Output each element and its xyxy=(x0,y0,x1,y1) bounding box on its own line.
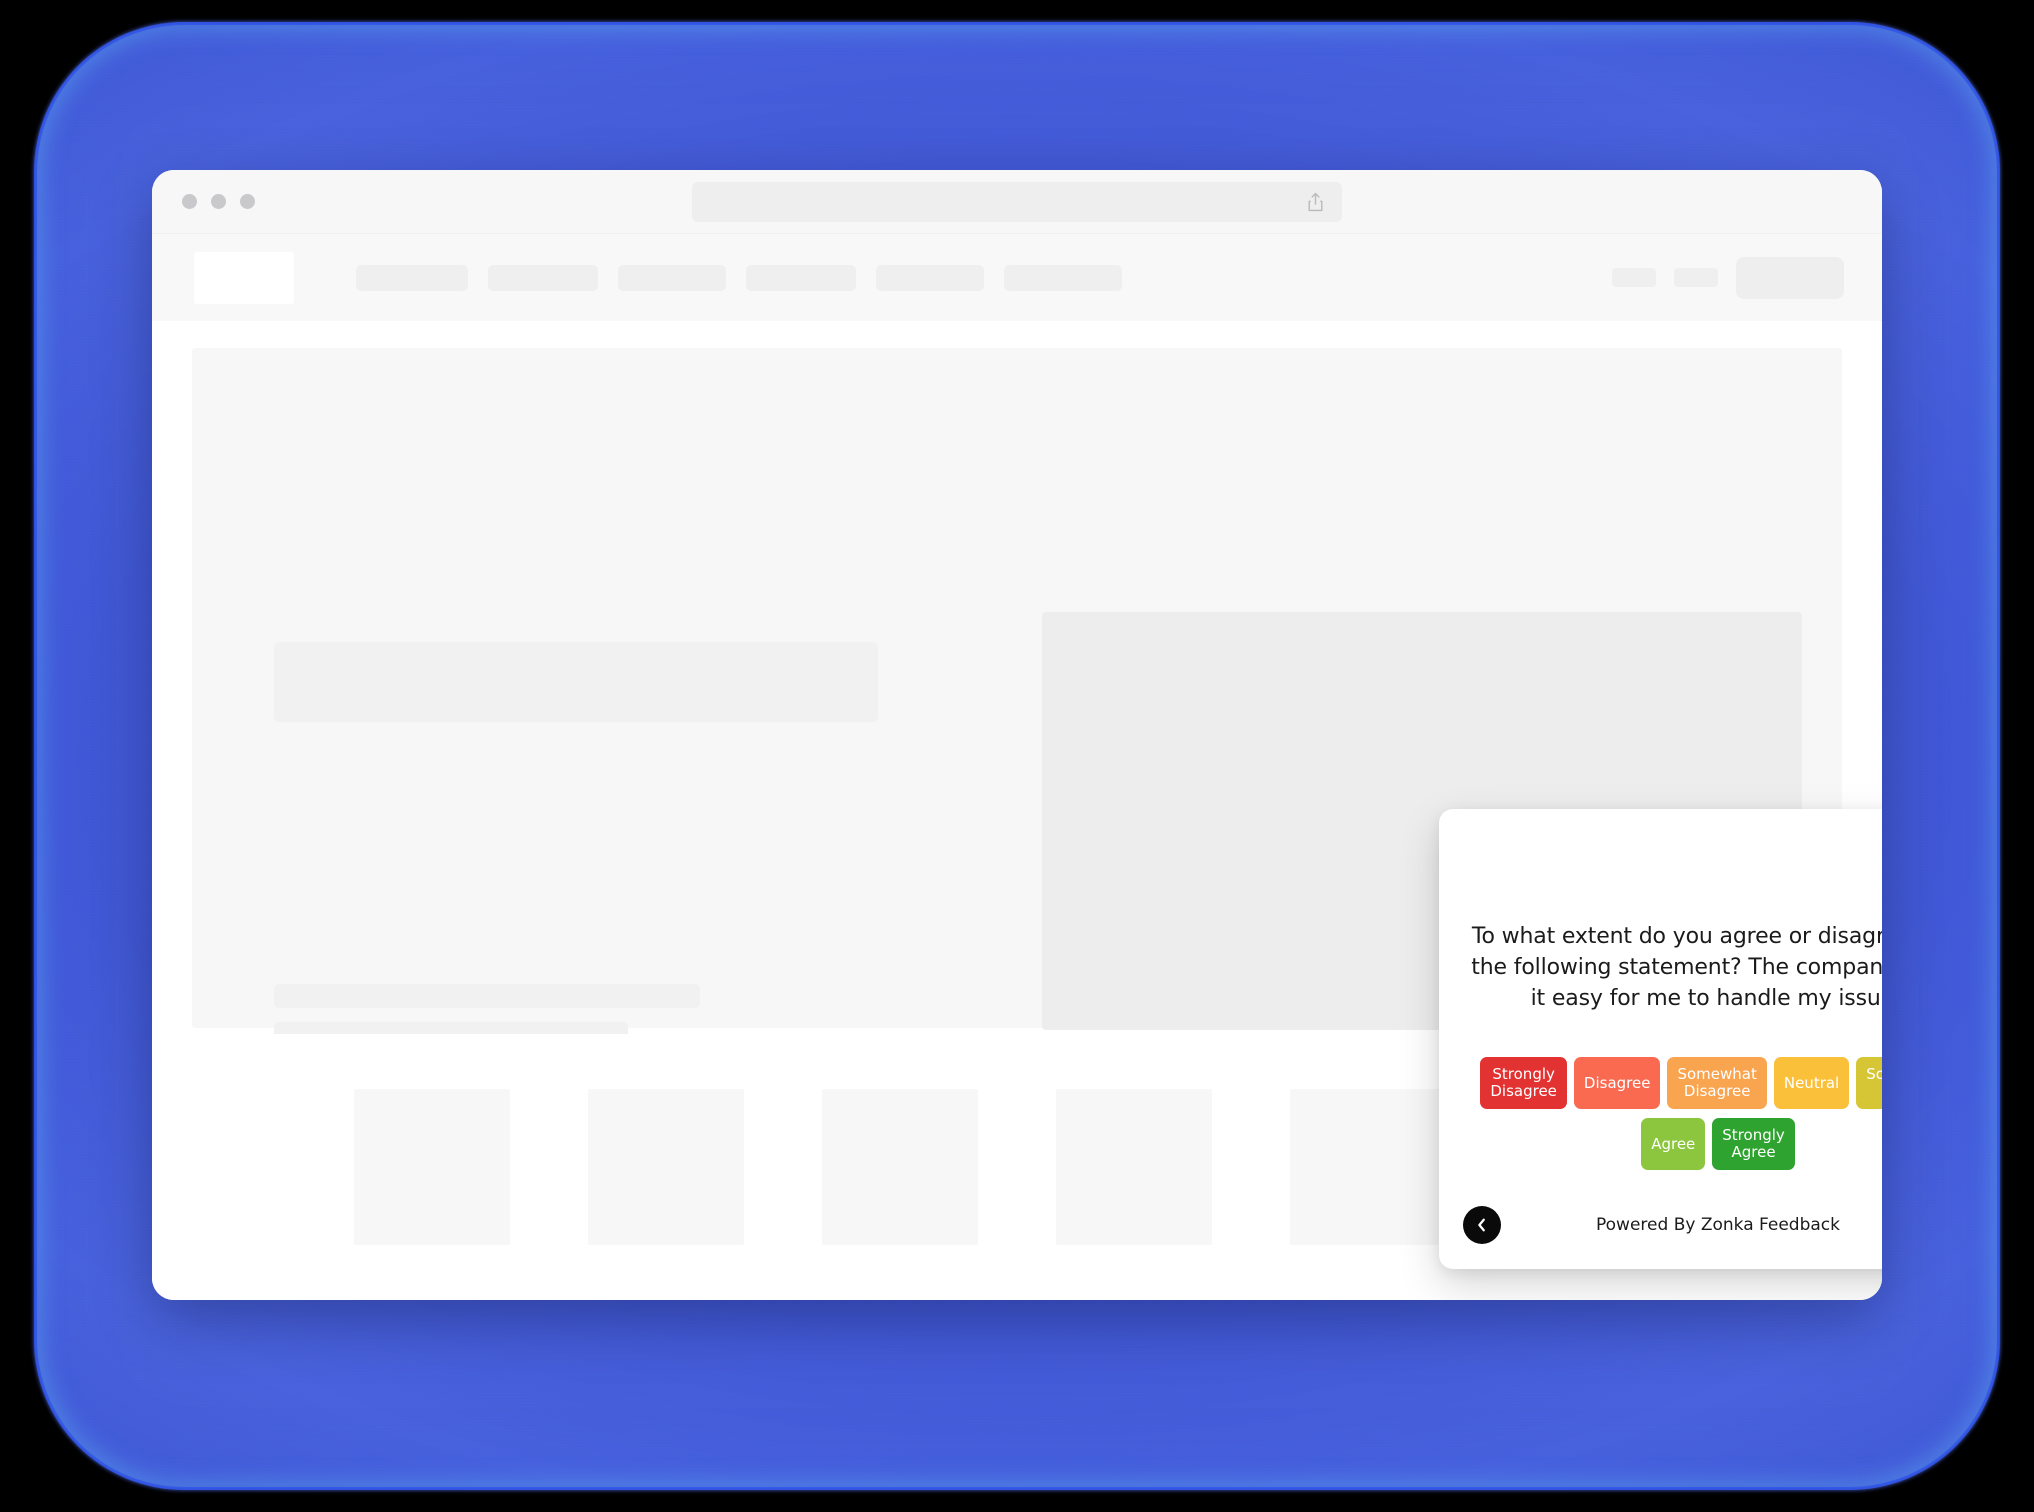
nav-cta-button[interactable] xyxy=(1736,256,1844,299)
logo-card-1 xyxy=(354,1089,510,1245)
close-dot-icon[interactable] xyxy=(182,194,197,209)
survey-question-text: To what extent do you agree or disagree … xyxy=(1471,924,1882,1012)
survey-scale-row-2: Agree Strongly Agree xyxy=(1461,1118,1882,1170)
page-title-placeholder xyxy=(274,642,878,722)
maximize-dot-icon[interactable] xyxy=(240,194,255,209)
site-logo[interactable] xyxy=(194,251,294,304)
survey-footer: Powered By Zonka Feedback xyxy=(1439,1181,1882,1269)
choice-strongly-agree[interactable]: Strongly Agree xyxy=(1712,1118,1795,1170)
browser-chrome xyxy=(152,170,1882,234)
sidebar-item-nav-link-3[interactable] xyxy=(618,264,726,291)
site-navbar xyxy=(152,234,1882,322)
body-text-placeholder-1 xyxy=(274,984,700,1008)
browser-window: To what extent do you agree or disagree … xyxy=(152,170,1882,1300)
sidebar-item-nav-link-1[interactable] xyxy=(356,264,468,291)
logo-card-3 xyxy=(822,1089,978,1245)
choice-somewhat-disagree[interactable]: Somewhat Disagree xyxy=(1667,1057,1767,1109)
survey-scale-options: Strongly Disagree Disagree Somewhat Disa… xyxy=(1461,1057,1882,1179)
survey-scale-row-1: Strongly Disagree Disagree Somewhat Disa… xyxy=(1461,1057,1882,1109)
powered-by-label: Powered By Zonka Feedback xyxy=(1596,1215,1840,1235)
share-icon[interactable] xyxy=(1307,192,1324,212)
sidebar-item-nav-link-5[interactable] xyxy=(876,264,984,291)
nav-pill-2[interactable] xyxy=(1674,268,1718,287)
sidebar-item-nav-link-2[interactable] xyxy=(488,264,598,291)
nav-pill-1[interactable] xyxy=(1612,268,1656,287)
logo-card-2 xyxy=(588,1089,744,1245)
navbar-links xyxy=(356,264,1122,291)
minimize-dot-icon[interactable] xyxy=(211,194,226,209)
chevron-left-icon[interactable] xyxy=(1463,1206,1501,1244)
traffic-lights xyxy=(182,194,255,209)
page-content: To what extent do you agree or disagree … xyxy=(152,322,1882,1300)
choice-disagree[interactable]: Disagree xyxy=(1573,1057,1661,1109)
choice-strongly-disagree[interactable]: Strongly Disagree xyxy=(1480,1057,1567,1109)
logo-card-4 xyxy=(1056,1089,1212,1245)
screenshot-stage: To what extent do you agree or disagree … xyxy=(0,0,2034,1512)
survey-popup: To what extent do you agree or disagree … xyxy=(1439,809,1882,1269)
address-bar[interactable] xyxy=(692,181,1342,222)
logo-card-5 xyxy=(1290,1089,1446,1245)
choice-agree[interactable]: Agree xyxy=(1641,1118,1706,1170)
choice-neutral[interactable]: Neutral xyxy=(1773,1057,1850,1109)
sidebar-item-nav-link-6[interactable] xyxy=(1004,264,1122,291)
navbar-actions xyxy=(1612,256,1844,299)
sidebar-item-nav-link-4[interactable] xyxy=(746,264,856,291)
choice-somewhat-agree[interactable]: Somewhat Agree xyxy=(1856,1057,1882,1109)
